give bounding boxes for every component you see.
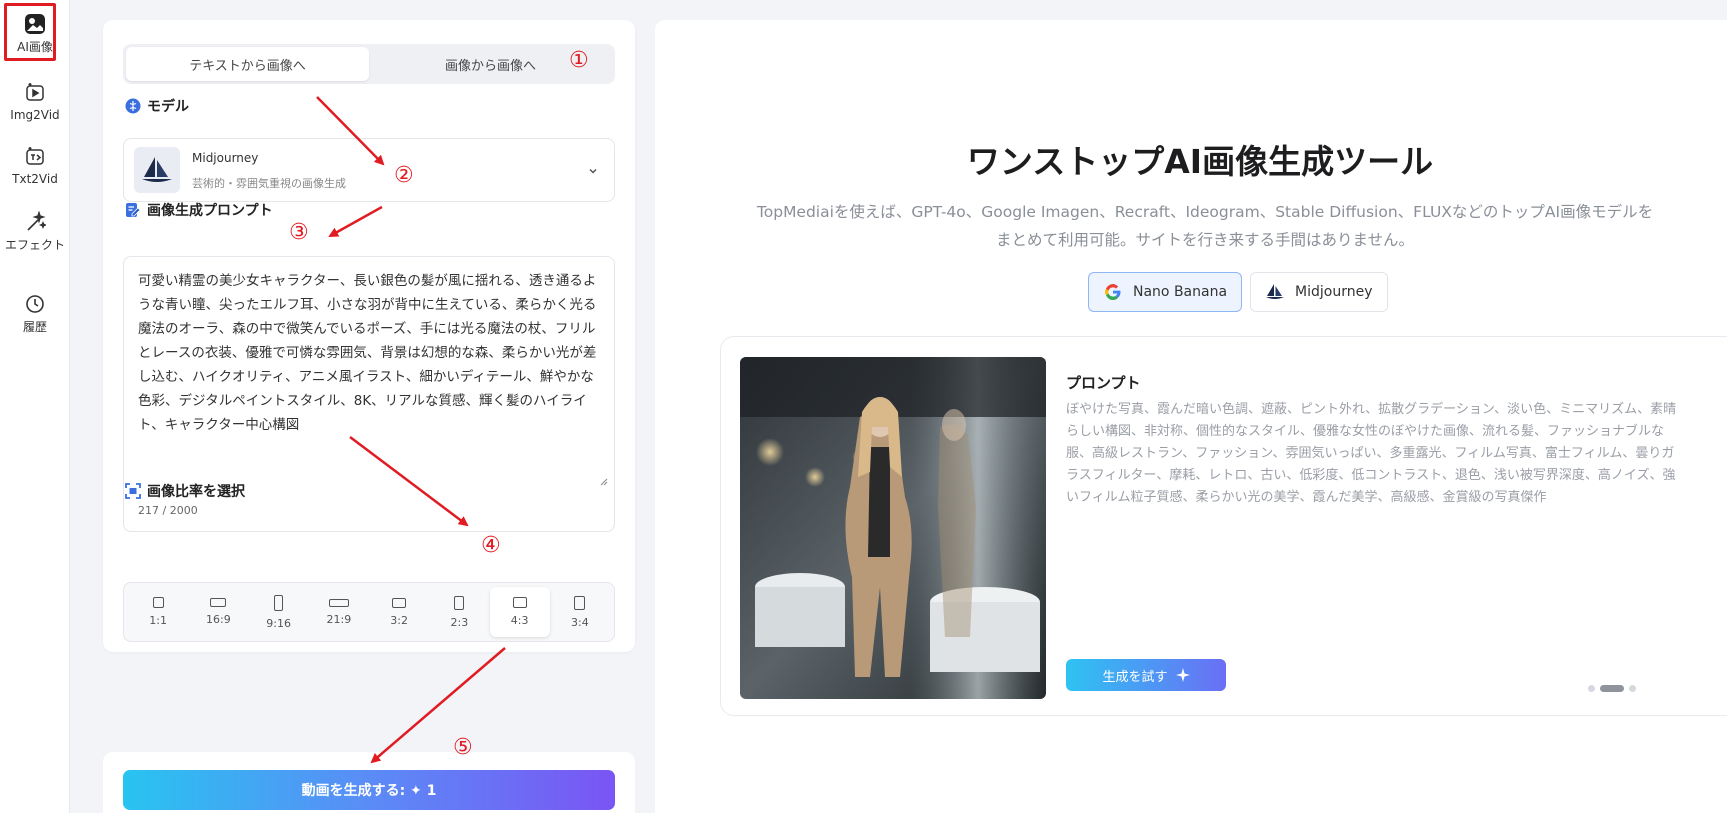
page-subtitle: TopMediaiを使えば、GPT-4o、Google Imagen、Recra… <box>756 203 1654 249</box>
google-logo-icon <box>1103 282 1123 302</box>
aspect-ratio-icon <box>125 483 141 499</box>
aspect-ratio-selector: 1:1 16:9 9:16 21:9 3:2 2:3 4:3 3:4 <box>123 582 615 642</box>
annotation-arrow <box>370 647 506 764</box>
try-generate-button[interactable]: 生成を試す <box>1066 659 1226 691</box>
annotation-number-3: ③ <box>289 220 309 245</box>
ratio-label: 4:3 <box>510 614 529 627</box>
example-image <box>740 357 1046 699</box>
midjourney-logo-icon <box>1265 282 1285 302</box>
ratio-option-2-3[interactable]: 2:3 <box>429 587 489 637</box>
text-to-video-icon <box>23 144 47 168</box>
generate-video-button[interactable]: 動画を生成する: ✦ 1 <box>123 770 615 810</box>
example-prompt-text: ぼやけた写真、霞んだ暗い色調、遮蔽、ピント外れ、拡散グラデーション、淡い色、ミニ… <box>1066 402 1677 505</box>
model-section-title: モデル <box>125 96 189 116</box>
tab-text-to-image[interactable]: テキストから画像へ <box>126 47 369 81</box>
ratio-label: 3:4 <box>571 615 589 629</box>
ratio-label: 1:1 <box>149 614 167 627</box>
model-section-label: モデル <box>147 99 189 115</box>
edit-document-icon <box>125 202 141 218</box>
ratio-option-3-2[interactable]: 3:2 <box>369 587 429 637</box>
carousel-dot[interactable] <box>1588 685 1595 692</box>
annotation-number-5: ⑤ <box>453 735 473 760</box>
prompt-section-title: 画像生成プロンプト <box>125 200 273 220</box>
ratio-option-3-4[interactable]: 3:4 <box>550 587 610 637</box>
ratio-label: 21:9 <box>326 612 352 626</box>
prompt-input[interactable]: 可愛い精霊の美少女キャラクター、長い銀色の髪が風に揺れる、透き通るような青い瞳、… <box>138 269 600 474</box>
example-prompt-label: プロンプト <box>1066 374 1141 392</box>
sparkle-icon <box>1175 668 1190 682</box>
pill-midjourney[interactable]: Midjourney <box>1250 272 1388 312</box>
sidebar-item-label: 履歴 <box>22 320 47 334</box>
settings-panel: テキストから画像へ 画像から画像へ モデル Midjourney 芸術的・雰囲気… <box>103 20 635 652</box>
ratio-option-16-9[interactable]: 16:9 <box>188 587 248 637</box>
generate-card: 動画を生成する: ✦ 1 <box>103 752 635 813</box>
mode-tabs: テキストから画像へ 画像から画像へ <box>123 44 615 84</box>
annotation-number-2: ② <box>394 163 414 188</box>
pill-label: Nano Banana <box>1133 284 1228 300</box>
sidebar-item-label: エフェクト <box>5 238 66 252</box>
sidebar-item-img2vid[interactable]: Img2Vid <box>0 80 70 124</box>
brain-icon <box>125 98 141 114</box>
ratio-label: 3:2 <box>390 613 408 627</box>
ratio-section-label: 画像比率を選択 <box>147 484 245 500</box>
sidebar-item-label: Txt2Vid <box>12 172 58 186</box>
sidebar-item-effect[interactable]: エフェクト <box>0 210 70 254</box>
annotation-number-1: ① <box>569 48 589 73</box>
try-button-label: 生成を試す <box>1102 669 1168 685</box>
carousel-dot-active[interactable] <box>1600 685 1624 692</box>
pill-label: Midjourney <box>1295 284 1373 300</box>
sidebar: AI画像 Img2Vid Txt2Vid エフェクト 履歴 <box>0 0 70 813</box>
image-icon <box>23 12 47 36</box>
image-to-video-icon <box>23 80 47 104</box>
chevron-down-icon <box>586 163 600 177</box>
carousel-dots <box>1588 685 1636 692</box>
sidebar-item-history[interactable]: 履歴 <box>0 292 70 336</box>
example-card: プロンプト ぼやけた写真、霞んだ暗い色調、遮蔽、ピント外れ、拡散グラデーション、… <box>720 336 1727 716</box>
prompt-char-count: 217 / 2000 <box>138 504 198 517</box>
page-title: ワンストップAI画像生成ツール <box>966 142 1434 181</box>
ratio-option-4-3[interactable]: 4:3 <box>489 587 550 637</box>
sidebar-item-ai-image[interactable]: AI画像 <box>0 12 70 56</box>
generate-button-label: 動画を生成する: ✦ 1 <box>301 783 437 799</box>
model-description: 芸術的・雰囲気重視の画像生成 <box>192 177 346 190</box>
ratio-option-9-16[interactable]: 9:16 <box>249 587 309 637</box>
showcase-panel: ワンストップAI画像生成ツール TopMediaiを使えば、GPT-4o、Goo… <box>655 20 1727 813</box>
ratio-label: 2:3 <box>450 615 469 629</box>
model-name: Midjourney <box>192 151 259 165</box>
model-pill-group: Nano Banana Midjourney <box>1088 272 1388 312</box>
ratio-label: 9:16 <box>266 616 291 630</box>
sidebar-item-txt2vid[interactable]: Txt2Vid <box>0 144 70 188</box>
ratio-label: 16:9 <box>206 613 231 626</box>
midjourney-logo-icon <box>134 147 180 193</box>
ratio-option-21-9[interactable]: 21:9 <box>309 587 369 637</box>
sidebar-item-label: Img2Vid <box>10 108 60 122</box>
prompt-section-label: 画像生成プロンプト <box>147 203 273 219</box>
model-select[interactable]: Midjourney 芸術的・雰囲気重視の画像生成 <box>123 138 615 202</box>
annotation-number-4: ④ <box>481 533 501 558</box>
magic-wand-icon <box>23 210 47 234</box>
ratio-section-title: 画像比率を選択 <box>125 481 245 501</box>
pill-nano-banana[interactable]: Nano Banana <box>1088 272 1243 312</box>
ratio-option-1-1[interactable]: 1:1 <box>128 587 188 637</box>
resize-handle-icon[interactable] <box>598 471 608 486</box>
carousel-dot[interactable] <box>1629 685 1636 692</box>
sidebar-item-label: AI画像 <box>17 40 53 54</box>
clock-icon <box>23 292 47 316</box>
